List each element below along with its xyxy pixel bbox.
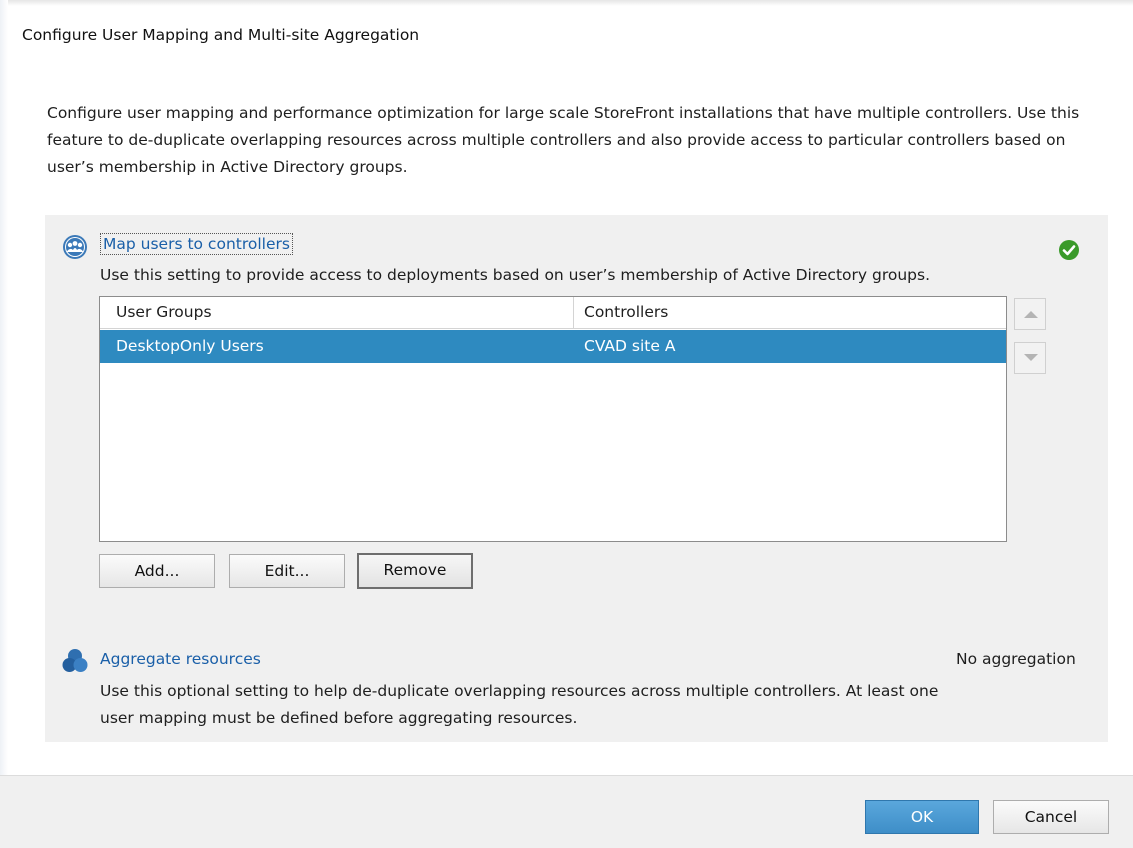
move-up-button[interactable] <box>1014 298 1046 330</box>
move-down-button[interactable] <box>1014 342 1046 374</box>
check-circle-icon <box>1059 240 1079 260</box>
table-header: User Groups Controllers <box>100 297 1006 329</box>
cell-user-group: DesktopOnly Users <box>116 337 264 355</box>
column-header-controllers[interactable]: Controllers <box>584 297 668 328</box>
edit-button[interactable]: Edit... <box>229 554 345 588</box>
aggregate-resources-description: Use this optional setting to help de-dup… <box>100 682 939 727</box>
cancel-button[interactable]: Cancel <box>993 800 1109 834</box>
triangle-up-icon <box>1024 311 1038 318</box>
aggregate-circles-icon <box>62 649 88 672</box>
aggregation-status: No aggregation <box>956 650 1076 668</box>
ok-button[interactable]: OK <box>865 800 979 834</box>
map-users-link[interactable]: Map users to controllers <box>100 233 293 255</box>
window-top-edge <box>0 0 1133 6</box>
users-group-icon <box>63 235 87 259</box>
column-header-user-groups[interactable]: User Groups <box>116 297 212 328</box>
map-users-description: Use this setting to provide access to de… <box>100 266 930 284</box>
user-mapping-table[interactable]: User Groups Controllers DesktopOnly User… <box>99 296 1007 542</box>
remove-button[interactable]: Remove <box>357 553 473 589</box>
aggregate-resources-link[interactable]: Aggregate resources <box>100 650 261 668</box>
cell-controller: CVAD site A <box>584 337 676 355</box>
window-left-edge <box>0 0 8 848</box>
dialog-title: Configure User Mapping and Multi-site Ag… <box>22 26 420 44</box>
triangle-down-icon <box>1024 354 1038 361</box>
table-row[interactable]: DesktopOnly Users CVAD site A <box>100 330 1006 363</box>
add-button[interactable]: Add... <box>99 554 215 588</box>
column-separator <box>573 297 574 328</box>
dialog-intro-text: Configure user mapping and performance o… <box>47 104 1080 176</box>
